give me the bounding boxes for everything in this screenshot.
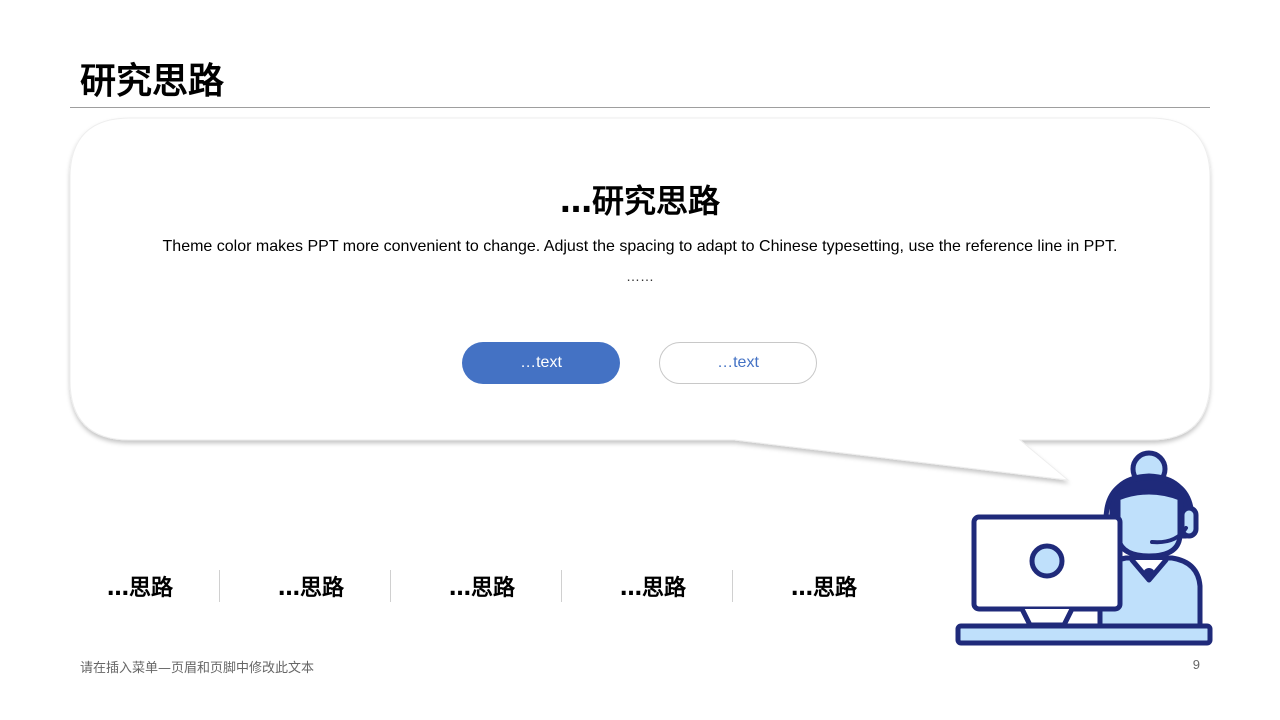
topic-item-1[interactable]: …思路 (60, 568, 220, 604)
page-number: 9 (1192, 657, 1200, 672)
topic-item-4[interactable]: …思路 (573, 568, 733, 604)
primary-text-button[interactable]: …text (462, 342, 620, 384)
footer-text: 请在插入菜单—页眉和页脚中修改此文本 (80, 661, 315, 676)
topic-item-5[interactable]: …思路 (744, 568, 904, 604)
callout-heading: …研究思路 (559, 182, 720, 220)
topic-divider (561, 570, 562, 602)
topic-divider (732, 570, 733, 602)
secondary-text-button[interactable]: …text (659, 342, 817, 384)
topic-item-2[interactable]: …思路 (231, 568, 391, 604)
customer-service-agent-laptop-icon (955, 450, 1213, 646)
callout-content: …研究思路 Theme color makes PPT more conveni… (70, 118, 1210, 440)
topic-divider (390, 570, 391, 602)
topic-divider (219, 570, 220, 602)
callout-ellipsis: …… (626, 268, 654, 284)
callout-body-text: Theme color makes PPT more convenient to… (162, 238, 1118, 255)
topic-item-3[interactable]: …思路 (402, 568, 562, 604)
